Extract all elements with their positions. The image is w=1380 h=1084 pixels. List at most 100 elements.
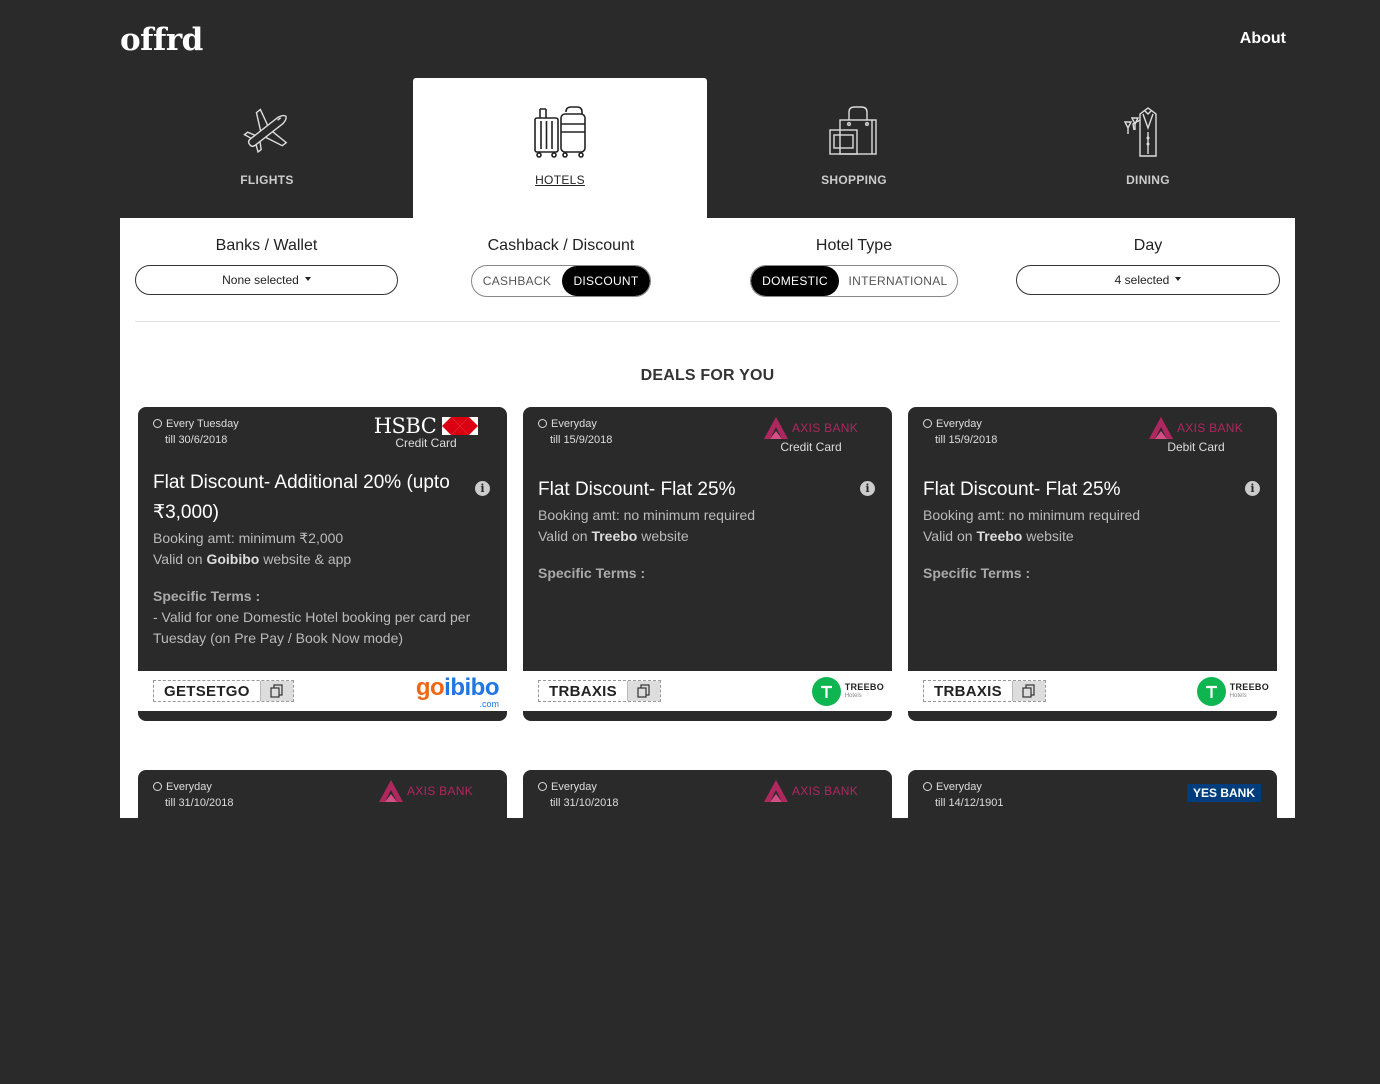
merchant-sub: .com [479, 699, 499, 709]
tab-shopping[interactable]: SHOPPING [707, 78, 1001, 218]
deal-card[interactable]: Every Tuesday till 30/6/2018 HSBC Credit… [138, 407, 507, 721]
merchant-name: TREEBO [844, 681, 884, 692]
hotel-type-toggle: DOMESTIC INTERNATIONAL [750, 265, 958, 297]
deal-schedule: Everyday till 31/10/2018 [153, 779, 234, 811]
deal-schedule: Everyday till 15/9/2018 [538, 416, 612, 448]
domestic-option[interactable]: DOMESTIC [751, 266, 839, 296]
valid-on-suffix: website [1022, 528, 1074, 544]
deal-card[interactable]: Everyday till 15/9/2018 AXIS BANK Debit … [908, 407, 1277, 721]
bank-name: AXIS BANK [791, 784, 859, 798]
cashback-discount-toggle: CASHBACK DISCOUNT [471, 265, 651, 297]
coupon-code-text: TRBAXIS [934, 682, 1002, 700]
bank-badge: AXIS BANK [361, 780, 491, 802]
filters-divider [135, 321, 1280, 322]
tab-label: SHOPPING [821, 173, 887, 187]
coupon-code-text: GETSETGO [164, 682, 250, 700]
info-icon[interactable]: i [860, 481, 875, 496]
bank-badge: AXIS BANK [746, 780, 876, 802]
deal-card[interactable]: Everyday till 14/12/1901 YES BANK [908, 770, 1277, 1084]
tab-hotels[interactable]: HOTELS [413, 78, 707, 218]
card-type: Credit Card [780, 440, 842, 454]
deal-schedule-day: Everyday [936, 418, 982, 430]
deal-schedule-day: Everyday [166, 781, 212, 793]
merchant-name: goibibo [415, 674, 500, 701]
bank-name: YES BANK [1186, 784, 1261, 802]
bank-badge: AXIS BANK Debit Card [1131, 417, 1261, 454]
deal-schedule: Every Tuesday till 30/6/2018 [153, 416, 239, 448]
caret-down-icon [1175, 277, 1182, 281]
deal-schedule-day: Everyday [551, 418, 597, 430]
deal-description: Booking amt: no minimum required Valid o… [538, 505, 878, 547]
coupon-code-text: TRBAXIS [549, 682, 617, 700]
deal-description: Booking amt: no minimum required Valid o… [923, 505, 1263, 547]
hotel-type-filter-title: Hotel Type [815, 237, 893, 254]
booking-amount: Booking amt: no minimum required [538, 507, 756, 523]
valid-on: Valid on Treebo website [923, 526, 1263, 547]
tab-label: FLIGHTS [240, 173, 294, 187]
hsbc-logo-icon [442, 417, 479, 435]
treebo-logo-icon [1196, 677, 1226, 706]
valid-on-prefix: Valid on [538, 528, 592, 544]
international-option[interactable]: INTERNATIONAL [839, 266, 957, 296]
deal-card[interactable]: Everyday till 31/10/2018 AXIS BANK [523, 770, 892, 1084]
coupon-code[interactable]: TRBAXIS [538, 680, 661, 702]
clock-icon [923, 782, 932, 791]
copy-icon[interactable] [1011, 681, 1045, 701]
copy-icon[interactable] [626, 681, 660, 701]
deal-schedule-day: Every Tuesday [166, 418, 239, 430]
axis-bank-logo-icon [1148, 417, 1173, 439]
bank-name: HSBC [373, 414, 437, 438]
copy-icon[interactable] [259, 681, 293, 701]
yes-bank-logo: YES BANK [1131, 784, 1261, 802]
merchant-logo-treebo: TREEBO Hotels [811, 677, 884, 706]
info-icon[interactable]: i [1245, 481, 1260, 496]
waiter-icon [1123, 107, 1157, 157]
deal-title: Flat Discount- Flat 25% [923, 479, 1121, 500]
axis-bank-logo-icon [763, 417, 788, 439]
discount-option[interactable]: DISCOUNT [562, 266, 650, 296]
clock-icon [153, 419, 162, 428]
luggage-icon [534, 106, 586, 158]
merchant-sub: Hotels [844, 692, 862, 699]
terms-heading: Specific Terms : [153, 588, 261, 604]
clock-icon [538, 782, 547, 791]
bank-name: AXIS BANK [791, 421, 859, 435]
banks-dropdown-value: None selected [222, 273, 299, 287]
info-icon[interactable]: i [475, 481, 490, 496]
banks-filter-title: Banks / Wallet [215, 237, 318, 254]
terms-heading: Specific Terms : [538, 565, 646, 581]
bank-badge: AXIS BANK Credit Card [746, 417, 876, 454]
bank-badge: HSBC Credit Card [361, 414, 491, 450]
tab-label: HOTELS [535, 173, 585, 187]
deal-card[interactable]: Everyday till 15/9/2018 AXIS BANK Credit… [523, 407, 892, 721]
coupon-code[interactable]: GETSETGO [153, 680, 294, 702]
app-logo[interactable]: offrd [120, 22, 203, 58]
day-dropdown[interactable]: 4 selected [1016, 265, 1280, 295]
clock-icon [538, 419, 547, 428]
merchant-sub: Hotels [1229, 692, 1247, 699]
booking-amount: Booking amt: minimum ₹2,000 [153, 530, 344, 546]
deal-validity: till 15/9/2018 [550, 434, 613, 446]
deals-heading: DEALS FOR YOU [640, 367, 775, 384]
deal-validity: till 15/9/2018 [935, 434, 998, 446]
deal-card[interactable]: Everyday till 31/10/2018 AXIS BANK [138, 770, 507, 1084]
coupon-code[interactable]: TRBAXIS [923, 680, 1046, 702]
valid-on-merchant: Treebo [591, 528, 638, 544]
category-tabs: FLIGHTS HOTELS SHOPPING DINING [120, 78, 1295, 218]
valid-on-prefix: Valid on [153, 551, 207, 567]
valid-on-prefix: Valid on [923, 528, 977, 544]
tab-flights[interactable]: FLIGHTS [120, 78, 414, 218]
deal-footer: TRBAXIS TREEBO Hotels [523, 671, 892, 711]
clock-icon [923, 419, 932, 428]
tab-dining[interactable]: DINING [1001, 78, 1295, 218]
tab-label: DINING [1126, 173, 1170, 187]
banks-dropdown[interactable]: None selected [135, 265, 398, 295]
clock-icon [153, 782, 162, 791]
merchant-logo-treebo: TREEBO Hotels [1196, 677, 1269, 706]
valid-on: Valid on Goibibo website & app [153, 549, 493, 570]
cashback-option[interactable]: CASHBACK [472, 266, 562, 296]
merchant-logo-goibibo: goibibo .com [415, 674, 500, 709]
bank-badge: YES BANK [1131, 784, 1261, 802]
bank-name: AXIS BANK [1176, 421, 1244, 435]
about-link[interactable]: About [1240, 30, 1286, 48]
